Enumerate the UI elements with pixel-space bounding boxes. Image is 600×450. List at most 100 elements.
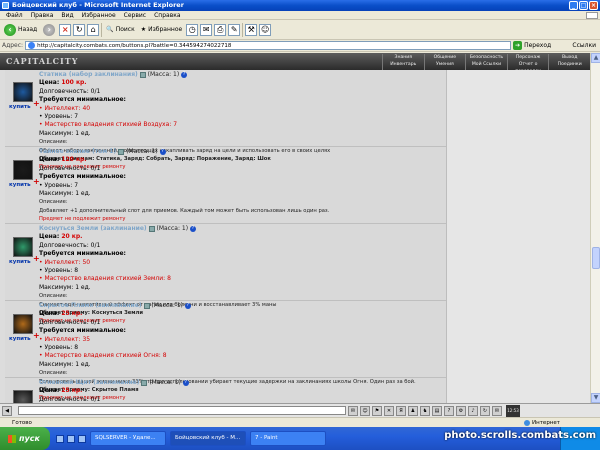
buy-link[interactable]: купить [9, 104, 31, 110]
security-zone: Интернет [524, 419, 600, 426]
messenger-icon[interactable]: ☺ [259, 23, 272, 36]
item-name[interactable]: Скрытое Пламя (заклинание) [39, 302, 142, 309]
buy-link[interactable]: купить [9, 259, 31, 265]
item-name[interactable]: Статика (набор заклинания) [39, 71, 138, 78]
menu-edit[interactable]: Правка [27, 11, 58, 19]
help-question-icon[interactable]: ? [159, 148, 166, 155]
item-title-row: Огненный Щит (заклинание) (Масса: 1) ? [39, 379, 439, 387]
filter-icon[interactable]: ⚑ [372, 405, 382, 416]
sound-icon[interactable]: ♪ [468, 405, 478, 416]
refresh-icon[interactable]: ↻ [73, 23, 86, 36]
task-combats[interactable]: Бойцовский клуб - M... [170, 431, 246, 446]
price-label: Цена: [39, 233, 60, 241]
help-icon[interactable]: ? [444, 405, 454, 416]
item-details: Огненный Щит (заклинание) (Масса: 1) ? Це… [39, 379, 439, 403]
toolbar-divider [242, 22, 244, 37]
go-button[interactable]: ➔ Переход [513, 41, 551, 50]
requirements-title: Требуется минимальное: [39, 250, 126, 258]
quick-launch-ie-icon[interactable] [56, 434, 64, 443]
edit-icon[interactable]: ✎ [228, 23, 241, 36]
menu-help[interactable]: Справка [150, 11, 184, 19]
nav-knowledge[interactable]: Знания [382, 54, 424, 61]
translit-icon[interactable]: Я [396, 405, 406, 416]
window-titlebar: Бойцовский клуб - Microsoft Internet Exp… [0, 0, 600, 11]
close-button[interactable]: × [589, 1, 598, 10]
maximize-button[interactable]: □ [579, 1, 588, 10]
home-icon[interactable]: ⌂ [87, 23, 100, 36]
price-label: Цена: [39, 387, 60, 395]
help-question-icon[interactable]: ? [184, 302, 191, 309]
item-info-icon[interactable] [118, 148, 125, 155]
menu-view[interactable]: Вид [57, 11, 77, 19]
item-details: Тайное знание (том 1) (Масса: 1) ? Цена: … [39, 148, 439, 224]
item-name[interactable]: Коснуться Земли (заклинание) [39, 225, 147, 232]
item-price: Цена: 25 кр. [39, 310, 439, 318]
links-button[interactable]: Ссылки [572, 42, 600, 49]
task-sqlserver[interactable]: SQLSERVER - Удале... [90, 431, 166, 446]
back-button[interactable]: ‹ Назад [2, 22, 39, 38]
vertical-scrollbar[interactable]: ▲ ▼ [590, 53, 600, 403]
toolbar-divider [101, 22, 103, 37]
item-name[interactable]: Тайное знание (том 1) [39, 148, 116, 155]
price-value: 25 кр. [61, 310, 83, 318]
mail-icon[interactable]: ✉ [200, 23, 213, 36]
nav-exit[interactable]: Выход [548, 54, 590, 61]
refresh-chat-icon[interactable]: ↻ [480, 405, 490, 416]
menu-file[interactable]: Файл [2, 11, 27, 19]
help-question-icon[interactable]: ? [181, 71, 188, 78]
user-icon[interactable]: ♟ [408, 405, 418, 416]
send-icon[interactable]: ✉ [348, 405, 358, 416]
nav-security[interactable]: Безопасность [465, 54, 507, 61]
clear-icon[interactable]: ✕ [384, 405, 394, 416]
chat-input[interactable] [18, 406, 346, 415]
scroll-thumb[interactable] [592, 247, 600, 269]
item-description: Добавляет +1 дополнительный слот для при… [39, 207, 330, 214]
game-header: CAPITALCITY Знания Общение Безопасность … [0, 53, 590, 75]
print-icon[interactable]: ⎙ [214, 23, 227, 36]
menu-favorites[interactable]: Избранное [78, 11, 120, 19]
scroll-up-icon[interactable]: ▲ [591, 53, 600, 63]
shop-item: купить + Скрытое Пламя (заклинание) (Масса… [5, 301, 446, 401]
minimize-button[interactable]: _ [569, 1, 578, 10]
forward-button[interactable]: › [41, 22, 57, 38]
quick-launch-explorer-icon[interactable] [78, 434, 86, 443]
item-info-icon[interactable] [148, 225, 155, 232]
settings-icon[interactable]: ⚙ [456, 405, 466, 416]
back-arrow-icon: ‹ [4, 23, 16, 36]
shop-items-list: купить + Статика (набор заклинания) (Масса… [5, 70, 446, 403]
smile-icon[interactable]: ☺ [360, 405, 370, 416]
stop-icon[interactable]: × [59, 23, 72, 36]
price-label: Цена: [39, 156, 60, 164]
item-name[interactable]: Огненный Щит (заклинание) [39, 379, 140, 386]
mail-chat-icon[interactable]: ✉ [492, 405, 502, 416]
favorites-button[interactable]: ★ Избранное [139, 22, 184, 38]
users-icon[interactable]: ♞ [420, 405, 430, 416]
item-info-icon[interactable] [141, 379, 148, 386]
price-value: 120 кр. [61, 156, 87, 164]
chat-toggle-icon[interactable]: ◀ [2, 405, 12, 416]
menu-tools[interactable]: Сервис [120, 11, 150, 19]
buy-link[interactable]: купить [9, 182, 31, 188]
start-button[interactable]: пуск [0, 427, 50, 450]
item-durability: Долговечность: 0/1 [39, 241, 101, 249]
description-label: Описание: [39, 199, 68, 206]
game-logo: CAPITALCITY [6, 56, 79, 66]
nav-chat[interactable]: Общение [423, 54, 466, 61]
scroll-down-icon[interactable]: ▼ [591, 393, 600, 403]
item-price: Цена: 25 кр. [39, 387, 439, 395]
item-info-icon[interactable] [143, 302, 150, 309]
quick-launch-desktop-icon[interactable] [67, 434, 75, 443]
help-question-icon[interactable]: ? [182, 379, 189, 386]
help-question-icon[interactable]: ? [189, 225, 196, 232]
tool-icon[interactable]: ⚒ [245, 23, 258, 36]
search-button[interactable]: 🔍 Поиск [104, 22, 137, 38]
nav-character[interactable]: Персонаж [506, 54, 549, 61]
address-input[interactable]: http://capitalcity.combats.com/buttons.p… [25, 41, 512, 50]
buy-link[interactable]: купить [9, 336, 31, 342]
item-title-row: Коснуться Земли (заклинание) (Масса: 1) … [39, 225, 439, 233]
item-info-icon[interactable] [139, 71, 146, 78]
task-paint[interactable]: 7 - Paint [250, 431, 326, 446]
history-icon[interactable]: ◷ [186, 23, 199, 36]
address-url: http://capitalcity.combats.com/buttons.p… [37, 42, 232, 49]
book-icon[interactable]: ▤ [432, 405, 442, 416]
